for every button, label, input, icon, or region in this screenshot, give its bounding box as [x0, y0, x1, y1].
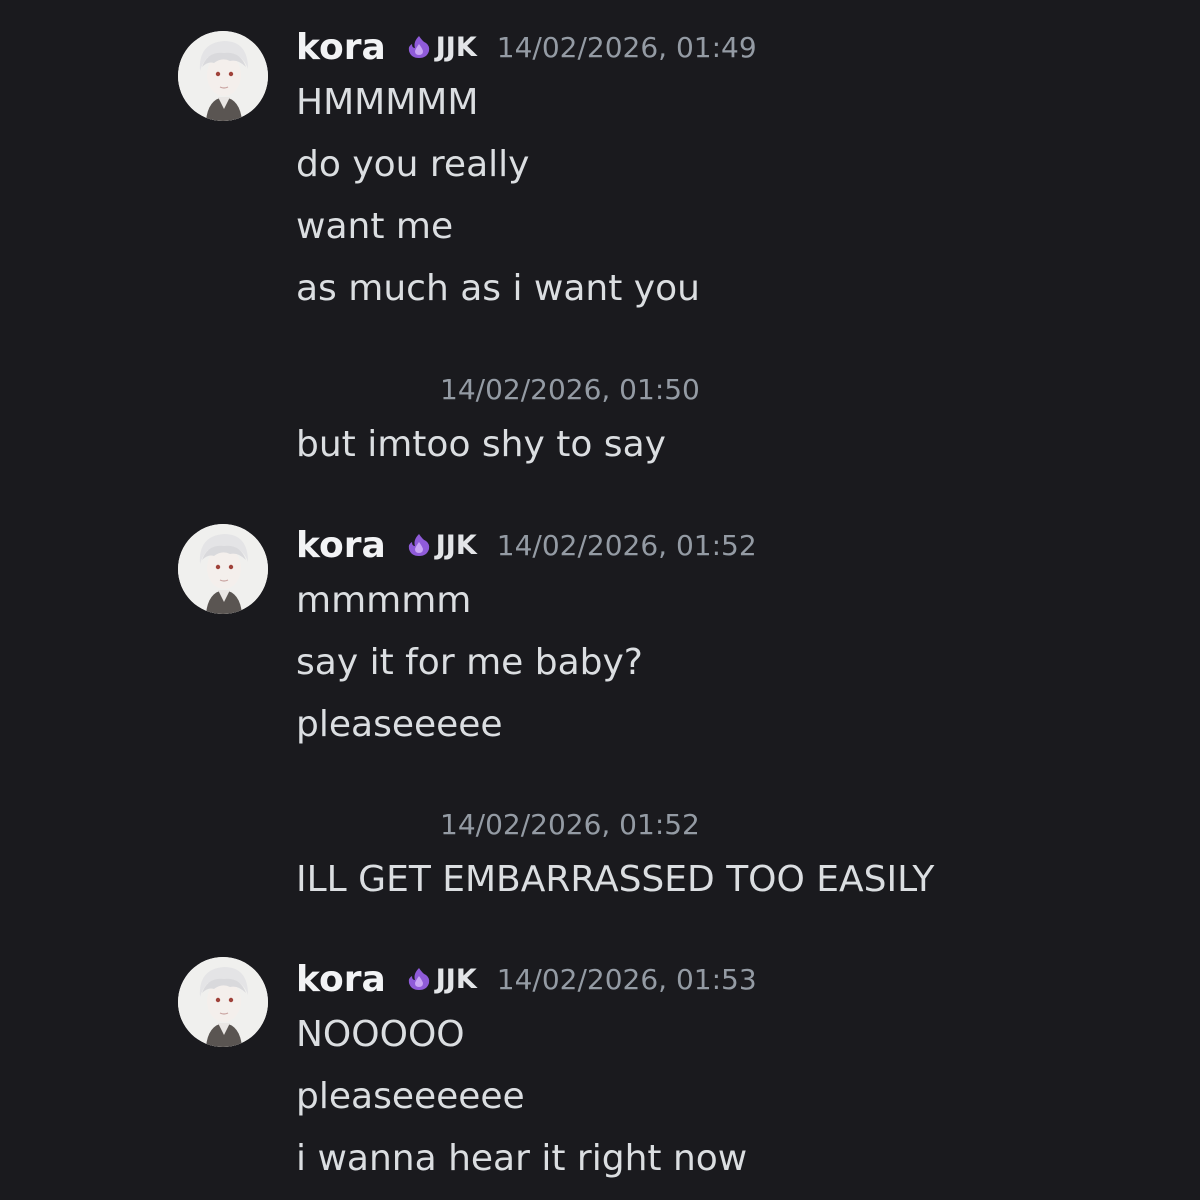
message-text[interactable]: pleaseeeee [296, 700, 503, 750]
username[interactable]: kora [296, 27, 386, 68]
user-avatar[interactable] [178, 31, 268, 121]
server-tag-text: JJK [435, 31, 477, 63]
purple-flame-icon [408, 36, 429, 58]
message-text[interactable]: as much as i want you [296, 264, 700, 314]
server-tag-text: JJK [435, 529, 477, 561]
message-header: kora JJK 14/02/2026, 01:49 [296, 22, 757, 72]
message-text[interactable]: HMMMMM [296, 78, 478, 128]
message-text[interactable]: mmmmm [296, 576, 471, 626]
message-timestamp[interactable]: 14/02/2026, 01:52 [497, 529, 757, 562]
message-timestamp[interactable]: 14/02/2026, 01:49 [497, 31, 757, 64]
message-text[interactable]: say it for me baby? [296, 638, 643, 688]
server-tag[interactable]: JJK [406, 964, 477, 995]
username[interactable]: kora [296, 959, 386, 1000]
message-timestamp[interactable]: 14/02/2026, 01:53 [497, 963, 757, 996]
message-text[interactable]: ILL GET EMBARRASSED TOO EASILY [296, 855, 934, 905]
message-timestamp[interactable]: 14/02/2026, 01:52 [440, 805, 700, 845]
message-text[interactable]: do you really [296, 140, 529, 190]
server-tag[interactable]: JJK [406, 32, 477, 63]
server-tag-text: JJK [435, 963, 477, 995]
avatar-portrait-icon [178, 957, 268, 1047]
username[interactable]: kora [296, 525, 386, 566]
message-text[interactable]: i wanna hear it right now [296, 1134, 747, 1184]
avatar-portrait-icon [178, 31, 268, 121]
message-header: kora JJK 14/02/2026, 01:53 [296, 954, 757, 1004]
purple-flame-icon [408, 534, 429, 556]
avatar-portrait-icon [178, 524, 268, 614]
message-header: kora JJK 14/02/2026, 01:52 [296, 520, 757, 570]
server-tag[interactable]: JJK [406, 530, 477, 561]
message-text[interactable]: NOOOOO [296, 1010, 465, 1060]
purple-flame-icon [408, 968, 429, 990]
user-avatar[interactable] [178, 957, 268, 1047]
message-text[interactable]: but imtoo shy to say [296, 420, 666, 470]
user-avatar[interactable] [178, 524, 268, 614]
message-text[interactable]: want me [296, 202, 453, 252]
message-timestamp[interactable]: 14/02/2026, 01:50 [440, 370, 700, 410]
message-text[interactable]: pleaseeeeee [296, 1072, 525, 1122]
